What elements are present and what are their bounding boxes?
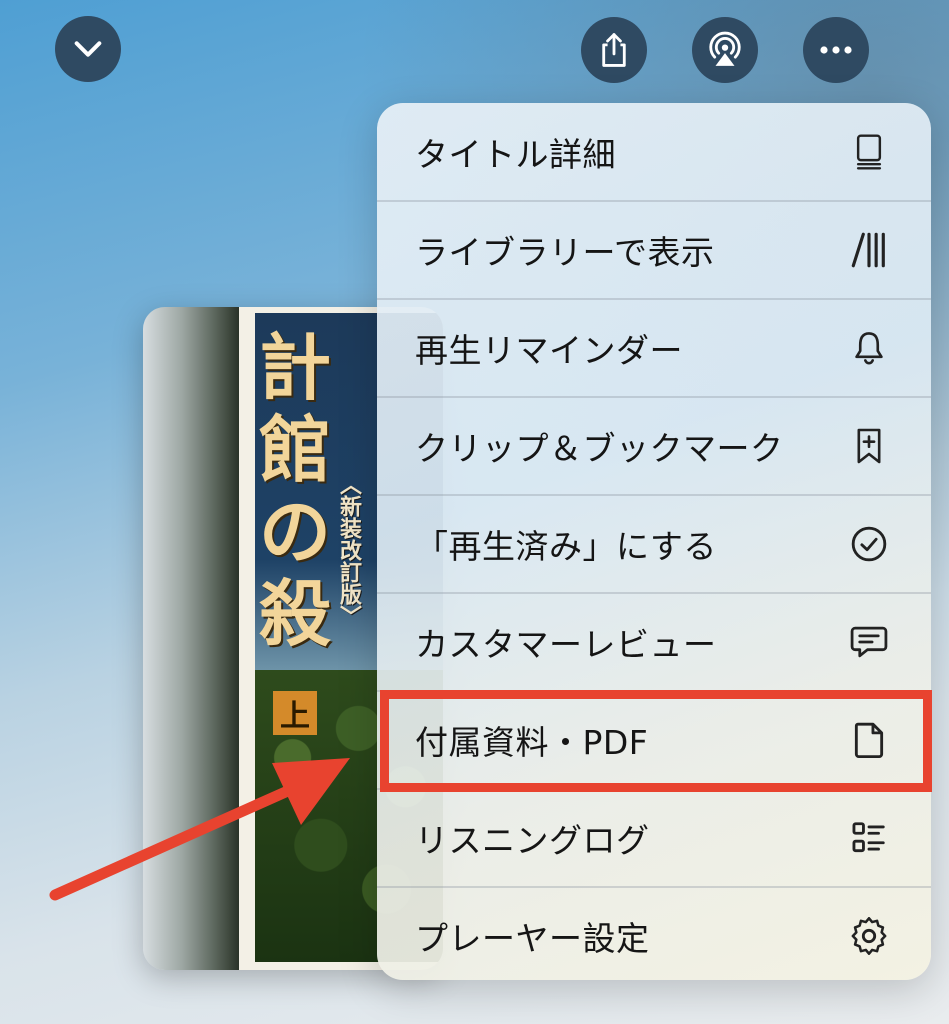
menu-item-label: 「再生済み」にする bbox=[415, 526, 717, 566]
check-circle-icon bbox=[849, 524, 889, 564]
menu-item-label: リスニングログ bbox=[415, 820, 650, 860]
cover-title-char: の bbox=[259, 489, 332, 574]
cover-title: 計 館 の 殺 bbox=[259, 327, 331, 655]
ellipsis-icon bbox=[820, 46, 852, 54]
menu-item-mark-as-played[interactable]: 「再生済み」にする bbox=[377, 495, 931, 592]
share-button[interactable] bbox=[581, 17, 647, 83]
cover-title-char: 館 bbox=[259, 407, 332, 492]
comment-icon bbox=[849, 622, 889, 662]
cover-subtitle: 〈新装改訂版〉 bbox=[336, 473, 362, 627]
collapse-button[interactable] bbox=[55, 16, 121, 82]
bell-icon bbox=[849, 328, 889, 368]
chevron-down-icon bbox=[74, 41, 102, 57]
context-menu: タイトル詳細 ライブラリーで表示 再生リマインダー クリップ＆ブックマーク 「再… bbox=[377, 103, 931, 980]
menu-item-listening-log[interactable]: リスニングログ bbox=[377, 789, 931, 886]
menu-item-attachments-pdf[interactable]: 付属資料・PDF bbox=[377, 691, 931, 788]
bookmark-plus-icon bbox=[849, 426, 889, 466]
book-icon bbox=[849, 132, 889, 172]
menu-item-label: クリップ＆ブックマーク bbox=[415, 428, 784, 468]
menu-item-clip-bookmark[interactable]: クリップ＆ブックマーク bbox=[377, 397, 931, 494]
library-icon bbox=[849, 230, 889, 270]
menu-item-title-details[interactable]: タイトル詳細 bbox=[377, 103, 931, 200]
menu-item-label: プレーヤー設定 bbox=[415, 918, 650, 958]
more-button[interactable] bbox=[803, 17, 869, 83]
cover-volume-badge: 上 bbox=[273, 691, 317, 735]
menu-item-player-settings[interactable]: プレーヤー設定 bbox=[377, 887, 931, 980]
menu-item-reminder[interactable]: 再生リマインダー bbox=[377, 299, 931, 396]
menu-item-label: 再生リマインダー bbox=[415, 330, 683, 370]
gear-icon bbox=[849, 916, 889, 956]
airplay-icon bbox=[709, 31, 741, 66]
menu-item-label: カスタマーレビュー bbox=[415, 624, 717, 664]
menu-item-customer-reviews[interactable]: カスタマーレビュー bbox=[377, 593, 931, 690]
menu-item-label: 付属資料・PDF bbox=[415, 722, 649, 762]
document-icon bbox=[849, 720, 889, 760]
airplay-button[interactable] bbox=[692, 17, 758, 83]
menu-item-label: ライブラリーで表示 bbox=[415, 232, 715, 272]
cover-title-char: 殺 bbox=[259, 571, 332, 656]
cover-spine bbox=[143, 307, 239, 970]
cover-title-char: 計 bbox=[259, 325, 332, 410]
menu-item-label: タイトル詳細 bbox=[415, 134, 616, 174]
menu-item-show-in-library[interactable]: ライブラリーで表示 bbox=[377, 201, 931, 298]
list-log-icon bbox=[849, 818, 889, 858]
share-icon bbox=[602, 33, 626, 67]
